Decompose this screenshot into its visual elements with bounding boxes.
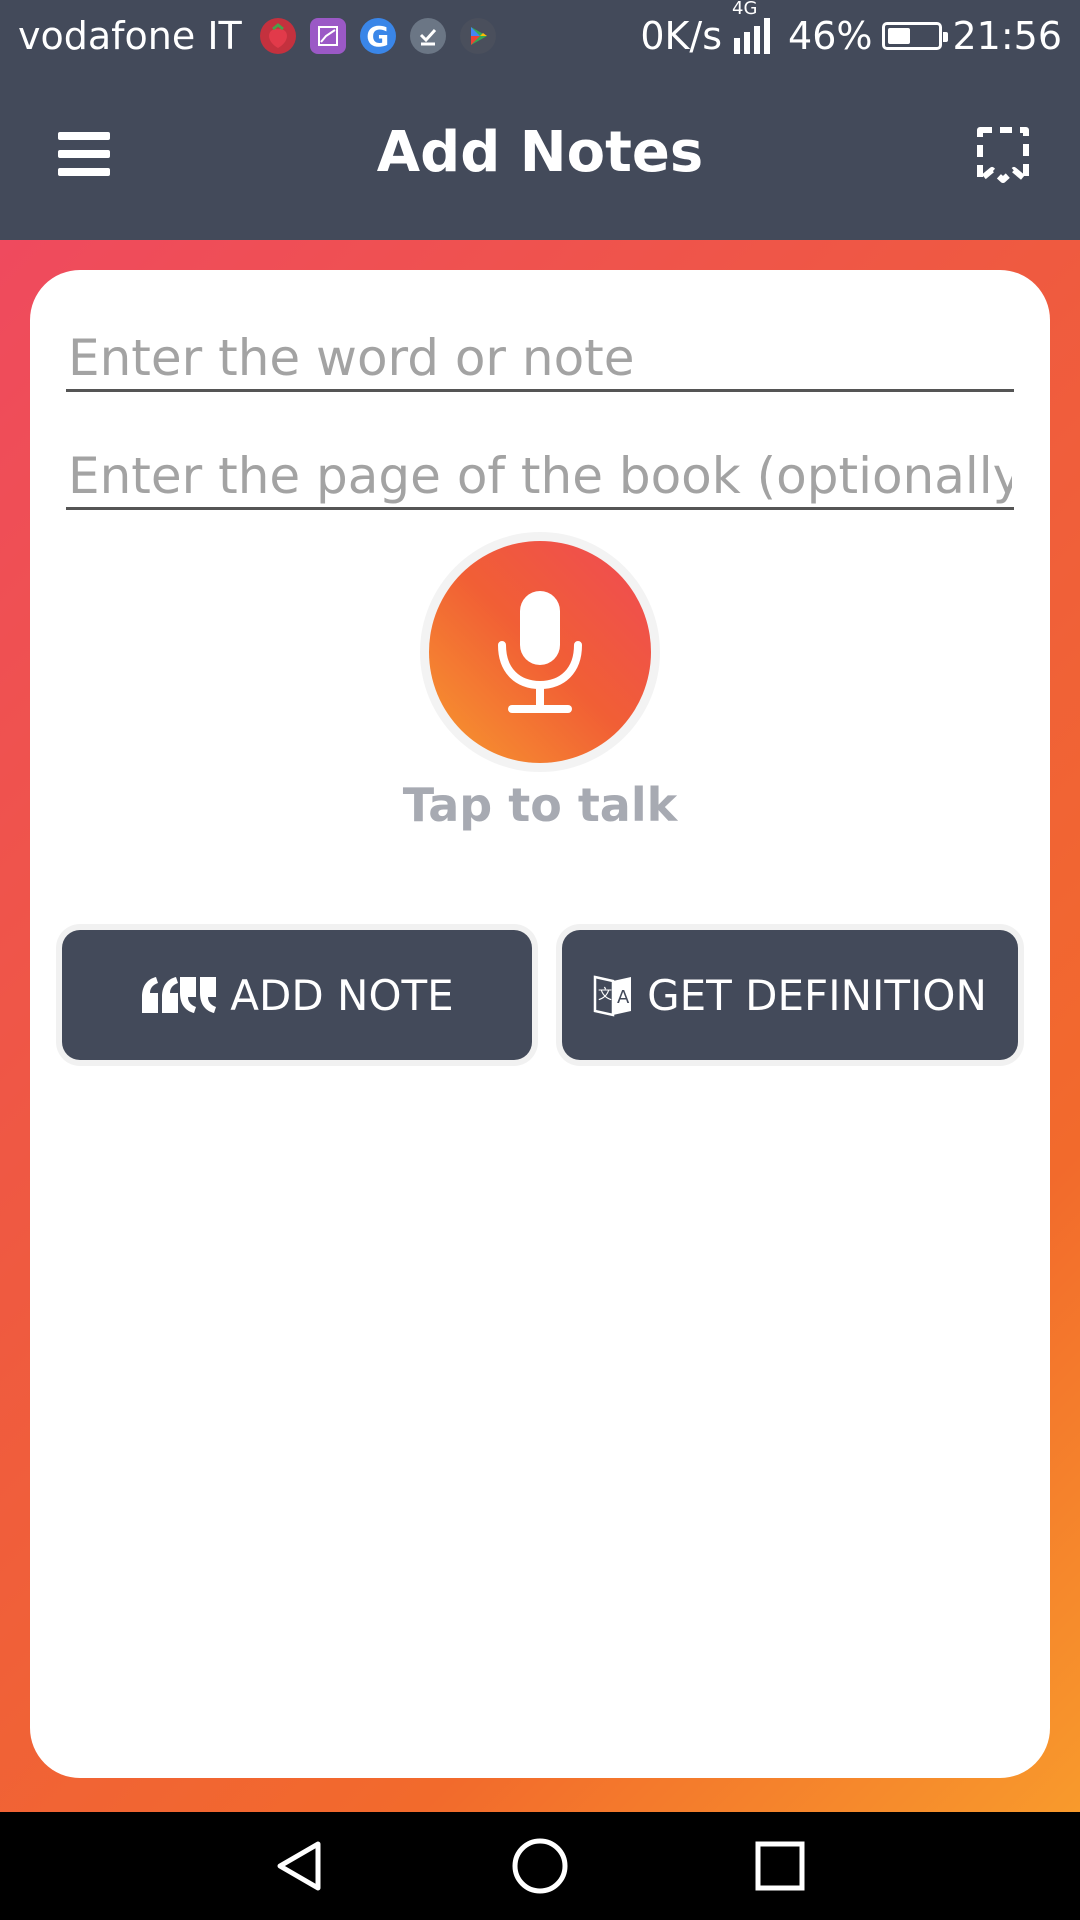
tasks-icon bbox=[409, 18, 446, 54]
carrier-name: vodafone IT bbox=[18, 14, 242, 58]
net-speed: 0K/s bbox=[640, 14, 723, 58]
word-input[interactable] bbox=[66, 326, 1014, 392]
back-icon[interactable] bbox=[270, 1836, 330, 1896]
quote-icon bbox=[140, 975, 217, 1015]
add-note-button[interactable]: ADD NOTE bbox=[62, 930, 532, 1060]
recents-icon[interactable] bbox=[750, 1836, 810, 1896]
battery-level bbox=[888, 28, 911, 44]
note-card: Tap to talk ADD NOTE A 文 GET DEFINITION bbox=[30, 270, 1050, 1778]
mic-circle bbox=[429, 541, 651, 763]
signal-icon bbox=[734, 18, 771, 54]
translate-icon: A 文 bbox=[593, 975, 632, 1017]
add-note-label: ADD NOTE bbox=[230, 970, 454, 1020]
mic-button[interactable] bbox=[420, 532, 660, 772]
tap-to-talk-label: Tap to talk bbox=[402, 778, 678, 832]
status-right: 0K/s 4G 46% 21:56 bbox=[640, 0, 1062, 72]
page-input[interactable] bbox=[66, 444, 1014, 510]
google-icon: G bbox=[359, 18, 396, 54]
get-definition-button[interactable]: A 文 GET DEFINITION bbox=[562, 930, 1018, 1060]
microphone-icon bbox=[498, 591, 582, 713]
page-title: Add Notes bbox=[376, 120, 704, 185]
image-app-icon bbox=[309, 18, 346, 54]
battery-percent: 46% bbox=[788, 14, 873, 58]
network-type: 4G bbox=[732, 0, 778, 56]
status-left: vodafone IT G bbox=[18, 0, 496, 72]
bookmark-icon[interactable] bbox=[974, 126, 1032, 184]
navigation-bar bbox=[0, 1812, 1080, 1920]
content-background: Tap to talk ADD NOTE A 文 GET DEFINITION bbox=[0, 240, 1080, 1812]
status-bar: vodafone IT G 0K/s 4G 46% 21:56 bbox=[0, 0, 1080, 72]
app-bar: Add Notes bbox=[0, 72, 1080, 240]
clock: 21:56 bbox=[952, 14, 1062, 58]
get-definition-label: GET DEFINITION bbox=[647, 970, 987, 1020]
network-type-label: 4G bbox=[732, 0, 758, 19]
svg-text:A: A bbox=[617, 987, 630, 1008]
strawberry-app-icon bbox=[259, 18, 296, 54]
battery-icon bbox=[882, 22, 949, 50]
home-icon[interactable] bbox=[510, 1836, 570, 1896]
svg-text:文: 文 bbox=[598, 987, 612, 1003]
play-store-icon bbox=[459, 18, 496, 54]
